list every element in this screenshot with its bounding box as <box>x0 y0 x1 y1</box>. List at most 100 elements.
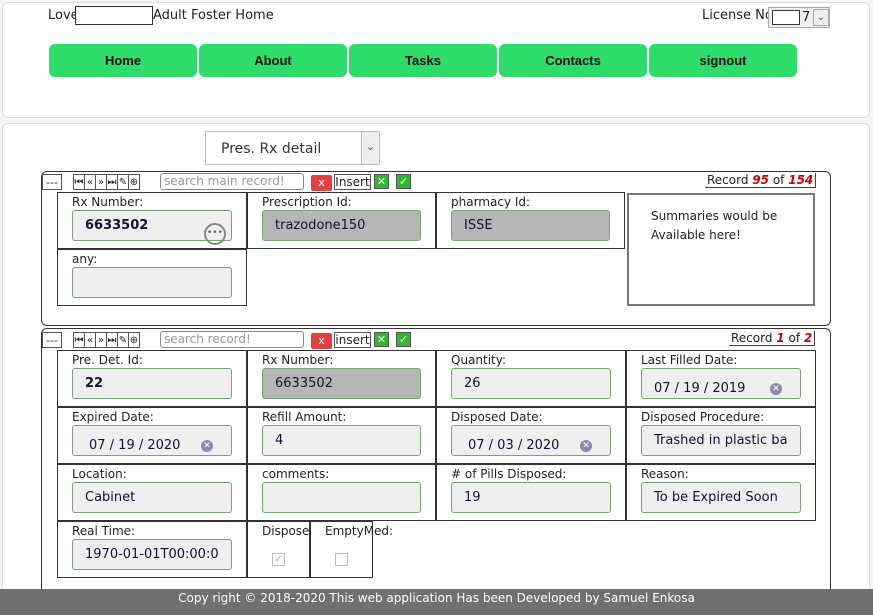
record-total: 154 <box>788 173 814 187</box>
detail-rx-number-input[interactable]: 6633502 <box>262 368 421 399</box>
add-icon[interactable]: ⊕ <box>128 174 140 190</box>
record-current: 1 <box>776 331 785 345</box>
refill-amount-label: Refill Amount: <box>262 410 347 424</box>
disposed-date-input[interactable]: 07 / 03 / 2020 ✕ <box>451 425 611 456</box>
comments-input[interactable] <box>262 482 421 513</box>
summary-text: Summaries would be Available here! <box>651 209 778 242</box>
expired-date-label: Expired Date: <box>72 410 154 424</box>
title-suffix: Adult Foster Home <box>153 8 274 23</box>
nav-about[interactable]: About <box>199 44 347 77</box>
disposed-procedure-field: Disposed Procedure: Trashed in plastic b… <box>626 407 816 464</box>
nav-tasks[interactable]: Tasks <box>349 44 497 77</box>
expired-date-input[interactable]: 07 / 19 / 2020 ✕ <box>72 425 232 456</box>
record-label: Record <box>731 331 773 345</box>
add-icon[interactable]: ⊕ <box>128 332 140 348</box>
pharmacy-id-input[interactable]: ISSE <box>451 210 610 241</box>
clear-date-icon[interactable]: ✕ <box>770 382 782 395</box>
any-field: any: <box>57 249 247 306</box>
record-of: of <box>788 331 801 345</box>
disposed-date-field: Disposed Date: 07 / 03 / 2020 ✕ <box>436 407 626 464</box>
location-input[interactable]: Cabinet <box>72 482 232 513</box>
empty-med-label: EmptyMed: <box>325 524 394 538</box>
pre-det-id-label: Pre. Det. Id: <box>72 353 143 367</box>
rx-number-field: Rx Number: 6633502 ••• <box>57 192 247 249</box>
license-select[interactable]: 7 ⌄ <box>768 7 830 28</box>
real-time-label: Real Time: <box>72 524 136 538</box>
reason-label: Reason: <box>641 467 689 481</box>
detail-rx-number-field: Rx Number: 6633502 <box>247 350 436 407</box>
prescription-id-input[interactable]: trazodone150 <box>262 210 421 241</box>
disposed-date-value: 07 / 03 / 2020 <box>468 438 560 453</box>
search-main-input[interactable]: search main record! <box>160 173 304 190</box>
pills-disposed-input[interactable]: 19 <box>451 482 611 513</box>
license-value: 7 <box>802 10 811 25</box>
detail-nav-buttons: ⏮ « » ⏭ ✎ ⊕ <box>73 332 140 348</box>
nav-home[interactable]: Home <box>49 44 197 77</box>
last-filled-input[interactable]: 07 / 19 / 2019 ✕ <box>641 368 801 399</box>
location-field: Location: Cabinet <box>57 464 247 521</box>
prescription-id-field: Prescription Id: trazodone150 <box>247 192 436 249</box>
cancel-detail-check-icon[interactable]: ✕ <box>374 332 389 347</box>
view-select-value: Pres. Rx detail <box>221 141 322 157</box>
insert-main-button[interactable]: Insert <box>334 174 371 190</box>
collapse-detail-button[interactable]: --- <box>42 332 62 348</box>
more-options-icon[interactable]: ••• <box>204 223 226 245</box>
quantity-input[interactable]: 26 <box>451 368 611 399</box>
disposed-procedure-input[interactable]: Trashed in plastic ba <box>641 425 801 456</box>
record-label: Record <box>707 173 749 187</box>
chevron-down-icon: ⌄ <box>361 132 379 164</box>
insert-detail-button[interactable]: insert <box>334 332 371 348</box>
any-label: any: <box>72 252 98 266</box>
last-filled-field: Last Filled Date: 07 / 19 / 2019 ✕ <box>626 350 816 407</box>
confirm-detail-check-icon[interactable]: ✓ <box>396 332 411 347</box>
last-filled-label: Last Filled Date: <box>641 353 738 367</box>
pills-disposed-field: # of Pills Disposed: 19 <box>436 464 626 521</box>
pharmacy-id-label: pharmacy Id: <box>451 195 531 209</box>
expired-date-field: Expired Date: 07 / 19 / 2020 ✕ <box>57 407 247 464</box>
clear-date-icon[interactable]: ✕ <box>580 439 592 452</box>
pre-det-id-input[interactable]: 22 <box>72 368 232 399</box>
quantity-field: Quantity: 26 <box>436 350 626 407</box>
disposed-checkbox[interactable]: ✓ <box>272 553 285 566</box>
prescription-id-label: Prescription Id: <box>262 195 352 209</box>
record-total: 2 <box>803 331 813 345</box>
disposed-procedure-label: Disposed Procedure: <box>641 410 765 424</box>
delete-detail-button[interactable]: x <box>311 333 332 349</box>
reason-input[interactable]: To be Expired Soon <box>641 482 801 513</box>
home-name-input[interactable] <box>75 6 153 25</box>
reason-field: Reason: To be Expired Soon <box>626 464 816 521</box>
delete-main-button[interactable]: x <box>311 175 332 191</box>
footer-bar: Copy right © 2018-2020 This web applicat… <box>0 589 873 615</box>
real-time-input[interactable]: 1970-01-01T00:00:0 <box>72 539 232 570</box>
any-input[interactable] <box>72 267 232 298</box>
confirm-main-check-icon[interactable]: ✓ <box>396 174 411 189</box>
license-inner-box <box>772 10 800 25</box>
clear-date-icon[interactable]: ✕ <box>201 439 213 452</box>
real-time-field: Real Time: 1970-01-01T00:00:0 <box>57 521 247 578</box>
summary-box: Summaries would be Available here! <box>627 193 815 306</box>
expired-date-value: 07 / 19 / 2020 <box>89 438 181 453</box>
record-of: of <box>772 173 785 187</box>
location-label: Location: <box>72 467 127 481</box>
empty-med-field: EmptyMed: <box>310 521 393 578</box>
footer-text: Copy right © 2018-2020 This web applicat… <box>178 591 695 605</box>
nav-signout[interactable]: signout <box>649 44 797 77</box>
search-detail-input[interactable]: search record! <box>160 331 304 348</box>
detail-rx-number-label: Rx Number: <box>262 353 334 367</box>
collapse-main-button[interactable]: --- <box>42 174 62 190</box>
main-record-counter: Record 95 of 154 <box>705 173 817 188</box>
pre-det-id-field: Pre. Det. Id: 22 <box>57 350 247 407</box>
view-select[interactable]: Pres. Rx detail ⌄ <box>205 131 380 165</box>
disposed-field: Disposed: ✓ <box>247 521 321 578</box>
license-label: License No. <box>702 8 777 23</box>
refill-amount-input[interactable]: 4 <box>262 425 421 456</box>
cancel-main-check-icon[interactable]: ✕ <box>374 174 389 189</box>
last-filled-value: 07 / 19 / 2019 <box>654 381 746 396</box>
empty-med-checkbox[interactable] <box>335 553 348 566</box>
nav-contacts[interactable]: Contacts <box>499 44 647 77</box>
record-current: 95 <box>752 173 769 187</box>
comments-field: comments: <box>247 464 436 521</box>
chevron-down-icon: ⌄ <box>813 9 829 26</box>
quantity-label: Quantity: <box>451 353 507 367</box>
main-nav-buttons: ⏮ « » ⏭ ✎ ⊕ <box>73 174 140 190</box>
